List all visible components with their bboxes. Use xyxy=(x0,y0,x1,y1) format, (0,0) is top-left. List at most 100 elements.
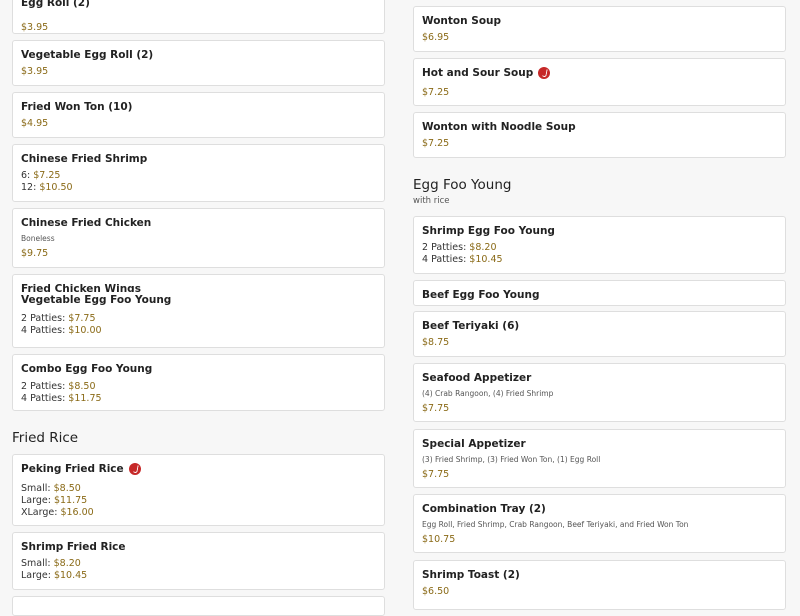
size-label: Small: xyxy=(21,483,54,494)
section-title-egg-foo-young: Egg Foo Young xyxy=(413,177,512,193)
item-price: $7.25 xyxy=(422,138,450,149)
item-name: Wonton with Noodle Soup xyxy=(422,121,576,133)
menu-item-beef-egg-foo-young[interactable]: Beef Egg Foo Young xyxy=(413,280,786,306)
size-label: 12: xyxy=(21,182,40,193)
price-line: Small: $8.20 xyxy=(21,558,376,570)
size-price: $11.75 xyxy=(68,393,102,404)
item-name: Vegetable Egg Roll (2) xyxy=(21,49,154,61)
item-name: Shrimp Toast (2) xyxy=(422,569,520,581)
menu-item-peking-fried-rice[interactable]: Peking Fried Rice Small: $8.50 Large: $1… xyxy=(12,454,385,526)
price-line: Large: $10.45 xyxy=(21,570,376,582)
item-name: Combo Egg Foo Young xyxy=(21,363,153,375)
item-name: Chinese Fried Chicken xyxy=(21,217,152,229)
size-label: 2 Patties: xyxy=(21,313,69,324)
hot-pepper-icon xyxy=(538,67,551,79)
size-price: $11.75 xyxy=(53,495,88,506)
item-name: Wonton Soup xyxy=(422,15,502,27)
item-price: $9.75 xyxy=(21,248,49,259)
size-price: $10.50 xyxy=(39,182,73,193)
size-price: $7.25 xyxy=(33,170,61,181)
price-line: 6: $7.25 xyxy=(21,170,376,182)
menu-item-wonton-noodle-soup[interactable]: Wonton with Noodle Soup $7.25 xyxy=(413,112,786,158)
price-line: 4 Patties: $11.75 xyxy=(21,393,376,405)
item-description: (3) Fried Shrimp, (3) Fried Won Ton, (1)… xyxy=(422,455,601,464)
menu-item-beef-teriyaki[interactable]: Beef Teriyaki (6) $8.75 xyxy=(413,311,786,357)
size-price: $8.20 xyxy=(469,242,497,253)
item-price: $7.25 xyxy=(422,87,450,98)
menu-item-hot-sour-soup[interactable]: Hot and Sour Soup $7.25 xyxy=(413,58,786,106)
item-name: Combination Tray (2) xyxy=(422,503,546,515)
menu-item-vegetable-egg-foo-young[interactable]: Vegetable Egg Foo Young 2 Patties: $7.75… xyxy=(12,292,385,348)
item-price: $7.75 xyxy=(422,469,450,480)
menu-item-wonton-soup[interactable]: Wonton Soup $6.95 xyxy=(413,6,786,52)
item-name-row: Hot and Sour Soup xyxy=(422,66,777,80)
item-name: Seafood Appetizer xyxy=(422,372,532,384)
item-price: $3.95 xyxy=(21,66,49,77)
size-label: 4 Patties: xyxy=(422,254,470,265)
item-name-row: Peking Fried Rice xyxy=(21,462,376,476)
size-price: $10.45 xyxy=(469,254,503,265)
menu-item-combo-egg-foo-young[interactable]: Combo Egg Foo Young 2 Patties: $8.50 4 P… xyxy=(12,354,385,411)
size-label: 2 Patties: xyxy=(422,242,470,253)
menu-item-next[interactable] xyxy=(12,596,385,616)
item-price: $6.50 xyxy=(422,586,450,597)
item-description: (4) Crab Rangoon, (4) Fried Shrimp xyxy=(422,389,554,398)
item-price: $8.75 xyxy=(422,337,450,348)
menu-item-chinese-fried-shrimp[interactable]: Chinese Fried Shrimp 6: $7.25 12: $10.50 xyxy=(12,144,385,202)
item-name: Peking Fried Rice xyxy=(21,463,124,475)
item-description: Egg Roll, Fried Shrimp, Crab Rangoon, Be… xyxy=(422,520,689,529)
size-label: 2 Patties: xyxy=(21,381,69,392)
size-label: 6: xyxy=(21,170,34,181)
section-title-fried-rice: Fried Rice xyxy=(12,430,79,446)
menu-item-shrimp-fried-rice[interactable]: Shrimp Fried Rice Small: $8.20 Large: $1… xyxy=(12,532,385,590)
item-price: $4.95 xyxy=(21,118,49,129)
price-line: 4 Patties: $10.45 xyxy=(422,254,777,266)
item-description: Boneless xyxy=(21,234,55,243)
item-name: Hot and Sour Soup xyxy=(422,67,534,79)
size-label: Large: xyxy=(21,570,54,581)
size-label: 4 Patties: xyxy=(21,325,69,336)
size-label: Small: xyxy=(21,558,54,569)
size-price: $16.00 xyxy=(60,507,94,518)
item-name: Shrimp Egg Foo Young xyxy=(422,225,555,237)
price-line: 2 Patties: $8.20 xyxy=(422,242,777,254)
item-name: Fried Won Ton (10) xyxy=(21,101,133,113)
item-name: Beef Egg Foo Young xyxy=(422,289,540,301)
item-name: Shrimp Fried Rice xyxy=(21,541,126,553)
size-price: $10.45 xyxy=(53,570,88,581)
size-price: $7.75 xyxy=(68,313,96,324)
hot-pepper-icon xyxy=(128,463,141,475)
item-price: $10.75 xyxy=(422,534,456,545)
menu-item-chinese-fried-chicken[interactable]: Chinese Fried Chicken Boneless $9.75 xyxy=(12,208,385,268)
price-line: 12: $10.50 xyxy=(21,182,376,194)
price-line: Small: $8.50 xyxy=(21,483,376,495)
size-price: $8.50 xyxy=(68,381,96,392)
price-line: 4 Patties: $10.00 xyxy=(21,325,376,337)
item-name: Vegetable Egg Foo Young xyxy=(21,294,172,306)
menu-item-vegetable-egg-roll[interactable]: Vegetable Egg Roll (2) $3.95 xyxy=(12,40,385,86)
item-name: Egg Roll (2) xyxy=(21,0,90,9)
size-price: $8.50 xyxy=(53,483,81,494)
menu-item-shrimp-egg-foo-young[interactable]: Shrimp Egg Foo Young 2 Patties: $8.20 4 … xyxy=(413,216,786,274)
item-price: $3.95 xyxy=(21,22,49,33)
menu-item-combination-tray[interactable]: Combination Tray (2) Egg Roll, Fried Shr… xyxy=(413,494,786,553)
price-line: Large: $11.75 xyxy=(21,495,376,507)
size-label: XLarge: xyxy=(21,507,61,518)
size-price: $10.00 xyxy=(68,325,102,336)
size-price: $8.20 xyxy=(53,558,81,569)
price-line: 2 Patties: $7.75 xyxy=(21,313,376,325)
menu-item-seafood-appetizer[interactable]: Seafood Appetizer (4) Crab Rangoon, (4) … xyxy=(413,363,786,422)
price-line: 2 Patties: $8.50 xyxy=(21,381,376,393)
size-label: Large: xyxy=(21,495,54,506)
menu-item-egg-roll[interactable]: Egg Roll (2) $3.95 xyxy=(12,0,385,34)
price-line: XLarge: $16.00 xyxy=(21,507,376,519)
item-name: Special Appetizer xyxy=(422,438,526,450)
item-name: Beef Teriyaki (6) xyxy=(422,320,520,332)
menu-item-fried-won-ton[interactable]: Fried Won Ton (10) $4.95 xyxy=(12,92,385,138)
section-subtitle: with rice xyxy=(413,196,450,206)
menu-item-special-appetizer[interactable]: Special Appetizer (3) Fried Shrimp, (3) … xyxy=(413,429,786,488)
size-label: 4 Patties: xyxy=(21,393,69,404)
menu-item-shrimp-toast[interactable]: Shrimp Toast (2) $6.50 xyxy=(413,560,786,610)
item-name: Chinese Fried Shrimp xyxy=(21,153,148,165)
item-price: $7.75 xyxy=(422,403,450,414)
